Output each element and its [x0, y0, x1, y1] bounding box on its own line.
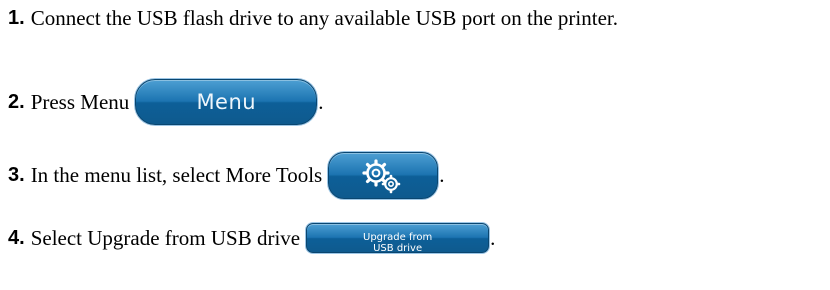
- gears-icon: [362, 158, 401, 193]
- menu-button-label: Menu: [196, 90, 257, 114]
- upgrade-button-label-line1: Upgrade from: [363, 232, 433, 243]
- step-number: 4.: [8, 226, 25, 249]
- step-text: Select Upgrade from USB drive: [30, 225, 301, 250]
- step-number: 2.: [8, 90, 25, 113]
- upgrade-from-usb-button[interactable]: Upgrade from USB drive: [306, 223, 490, 253]
- step-1: 1. Connect the USB flash drive to any av…: [8, 6, 618, 31]
- step-number: 3.: [8, 164, 25, 186]
- upgrade-button-label-line2: USB drive: [373, 243, 423, 253]
- more-tools-button[interactable]: [328, 152, 439, 199]
- step-text: In the menu list, select More Tools: [30, 163, 323, 187]
- step-text: Connect the USB flash drive to any avail…: [30, 6, 618, 30]
- step-2: 2. Press Menu Menu .: [8, 79, 324, 125]
- step-period: .: [439, 163, 445, 187]
- step-period: .: [490, 225, 496, 250]
- step-3: 3. In the menu list, select More Tools .: [8, 152, 444, 199]
- step-text: Press Menu: [30, 89, 130, 114]
- step-period: .: [318, 89, 324, 114]
- step-4: 4. Select Upgrade from USB drive Upgrade…: [8, 223, 495, 253]
- menu-button[interactable]: Menu: [135, 79, 318, 125]
- step-number: 1.: [8, 7, 25, 29]
